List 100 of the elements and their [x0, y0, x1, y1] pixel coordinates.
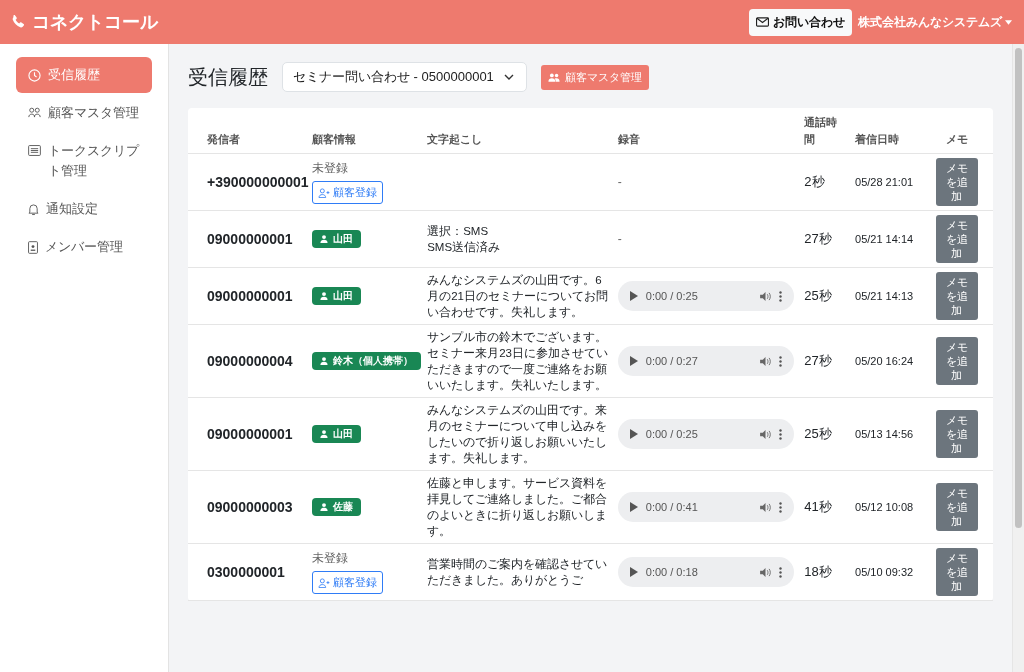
- play-icon: [629, 291, 638, 301]
- add-person-icon: [317, 187, 330, 198]
- company-menu[interactable]: 株式会社みんなシステムズ: [858, 13, 1012, 31]
- add-memo-button[interactable]: メモを追加: [935, 483, 978, 531]
- person-icon: [319, 235, 328, 243]
- audio-player[interactable]: 0:00 / 0:41: [617, 492, 794, 522]
- call-duration: 18秒: [804, 564, 832, 579]
- received-time: 05/21 14:14: [855, 233, 914, 245]
- volume-icon: [759, 356, 771, 366]
- transcript-text: 営業時間のご案内を確認させていただきました。ありがとうご: [427, 557, 609, 588]
- received-time: 05/13 14:56: [855, 428, 914, 440]
- no-recording-text: -: [617, 175, 622, 189]
- scrollbar[interactable]: [1012, 44, 1024, 672]
- add-memo-button[interactable]: メモを追加: [935, 272, 978, 320]
- audio-player[interactable]: 0:00 / 0:18: [617, 557, 794, 587]
- clock-icon: [28, 69, 41, 82]
- play-icon: [629, 502, 638, 512]
- call-duration: 27秒: [804, 231, 832, 246]
- column-header: メモ: [930, 108, 993, 154]
- volume-icon: [759, 291, 771, 301]
- volume-icon: [759, 567, 771, 577]
- transcript-text: みんなシステムズの山田です。6月の21日のセミナーについてお問い合わせです。失礼します。: [427, 273, 609, 320]
- phone-icon: [10, 14, 26, 30]
- column-header: 発信者: [188, 108, 308, 154]
- list-icon: [28, 145, 41, 156]
- more-icon: [778, 428, 782, 440]
- more-icon: [778, 501, 782, 513]
- customer-badge[interactable]: 佐藤: [311, 498, 361, 516]
- add-memo-button[interactable]: メモを追加: [935, 337, 978, 385]
- add-memo-button[interactable]: メモを追加: [935, 215, 978, 263]
- bell-icon: [28, 203, 39, 216]
- sidebar-item[interactable]: 受信履歴: [16, 57, 152, 93]
- add-person-icon: [317, 577, 330, 588]
- volume-icon: [759, 429, 771, 439]
- customer-master-button[interactable]: 顧客マスタ管理: [540, 64, 649, 90]
- more-icon: [778, 290, 782, 302]
- transcript-text: 佐藤と申します。サービス資料を拝見してご連絡しました。ご都合のよいときに折り返しお願いします。: [427, 476, 609, 539]
- call-duration: 27秒: [804, 353, 832, 368]
- register-customer-button[interactable]: 顧客登録: [311, 181, 383, 204]
- add-memo-button[interactable]: メモを追加: [935, 548, 978, 596]
- received-time: 05/28 21:01: [855, 176, 914, 188]
- audio-player[interactable]: 0:00 / 0:25: [617, 281, 794, 311]
- transcript-text: サンプル市の鈴木でございます。セミナー来月23日に参加させていただきますので一度ご連絡をお願いいたします。失礼いたします。: [427, 330, 609, 393]
- caller-number: 09000000001: [207, 231, 293, 247]
- received-time: 05/10 09:32: [855, 566, 914, 578]
- caller-number: 09000000001: [207, 426, 293, 442]
- add-memo-button[interactable]: メモを追加: [935, 158, 978, 206]
- received-time: 05/21 14:13: [855, 290, 914, 302]
- transcript-text: みんなシステムズの山田です。来月のセミナーについて申し込みをしたいので折り返しお願いいたします。失礼します。: [427, 403, 609, 466]
- call-duration: 41秒: [804, 499, 832, 514]
- page-title: 受信履歴: [188, 64, 268, 90]
- received-time: 05/20 16:24: [855, 355, 914, 367]
- play-icon: [629, 356, 638, 366]
- caret-icon: [1005, 19, 1012, 25]
- received-time: 05/12 10:08: [855, 501, 914, 513]
- sidebar-item[interactable]: 通知設定: [16, 191, 152, 227]
- customer-badge[interactable]: 山田: [311, 287, 361, 305]
- caller-number: 0300000001: [207, 564, 285, 580]
- sidebar-item[interactable]: メンバー管理: [16, 229, 152, 265]
- add-memo-button[interactable]: メモを追加: [935, 410, 978, 458]
- app-name: コネクトコール: [32, 11, 158, 34]
- customer-badge[interactable]: 山田: [311, 425, 361, 443]
- id-badge-icon: [28, 241, 38, 254]
- caller-number: 09000000004: [207, 353, 293, 369]
- caller-number: 09000000003: [207, 499, 293, 515]
- no-recording-text: -: [617, 232, 622, 246]
- people-icon: [547, 72, 560, 82]
- column-header: 通話時間: [800, 108, 852, 154]
- unregistered-label: 未登録: [311, 160, 349, 177]
- audio-player[interactable]: 0:00 / 0:25: [617, 419, 794, 449]
- person-icon: [319, 503, 328, 511]
- people-icon: [28, 107, 41, 118]
- call-duration: 2秒: [804, 174, 825, 189]
- envelope-icon: [756, 17, 769, 27]
- register-customer-button[interactable]: 顧客登録: [311, 571, 383, 594]
- call-duration: 25秒: [804, 426, 832, 441]
- column-header: 録音: [613, 108, 801, 154]
- sidebar-item[interactable]: トークスクリプト管理: [16, 133, 152, 189]
- sidebar-item[interactable]: 顧客マスタ管理: [16, 95, 152, 131]
- column-header: 着信日時: [851, 108, 931, 154]
- chevron-icon: [503, 74, 514, 80]
- column-header: 文字起こし: [423, 108, 614, 154]
- call-duration: 25秒: [804, 288, 832, 303]
- unregistered-label: 未登録: [311, 550, 349, 567]
- person-icon: [319, 357, 328, 365]
- play-icon: [629, 567, 638, 577]
- contact-button[interactable]: お問い合わせ: [749, 8, 852, 36]
- transcript-text: 選択：SMS SMS送信済み: [427, 224, 502, 255]
- more-icon: [778, 566, 782, 578]
- caller-number: 09000000001: [207, 288, 293, 304]
- person-icon: [319, 430, 328, 438]
- column-header: 顧客情報: [307, 108, 424, 154]
- customer-badge[interactable]: 鈴木（個人携帯）: [311, 352, 421, 370]
- audio-player[interactable]: 0:00 / 0:27: [617, 346, 794, 376]
- play-icon: [629, 429, 638, 439]
- volume-icon: [759, 502, 771, 512]
- line-select[interactable]: セミナー問い合わせ - 0500000001: [282, 62, 527, 92]
- caller-number: +390000000001: [207, 174, 309, 190]
- customer-badge[interactable]: 山田: [311, 230, 361, 248]
- person-icon: [319, 292, 328, 300]
